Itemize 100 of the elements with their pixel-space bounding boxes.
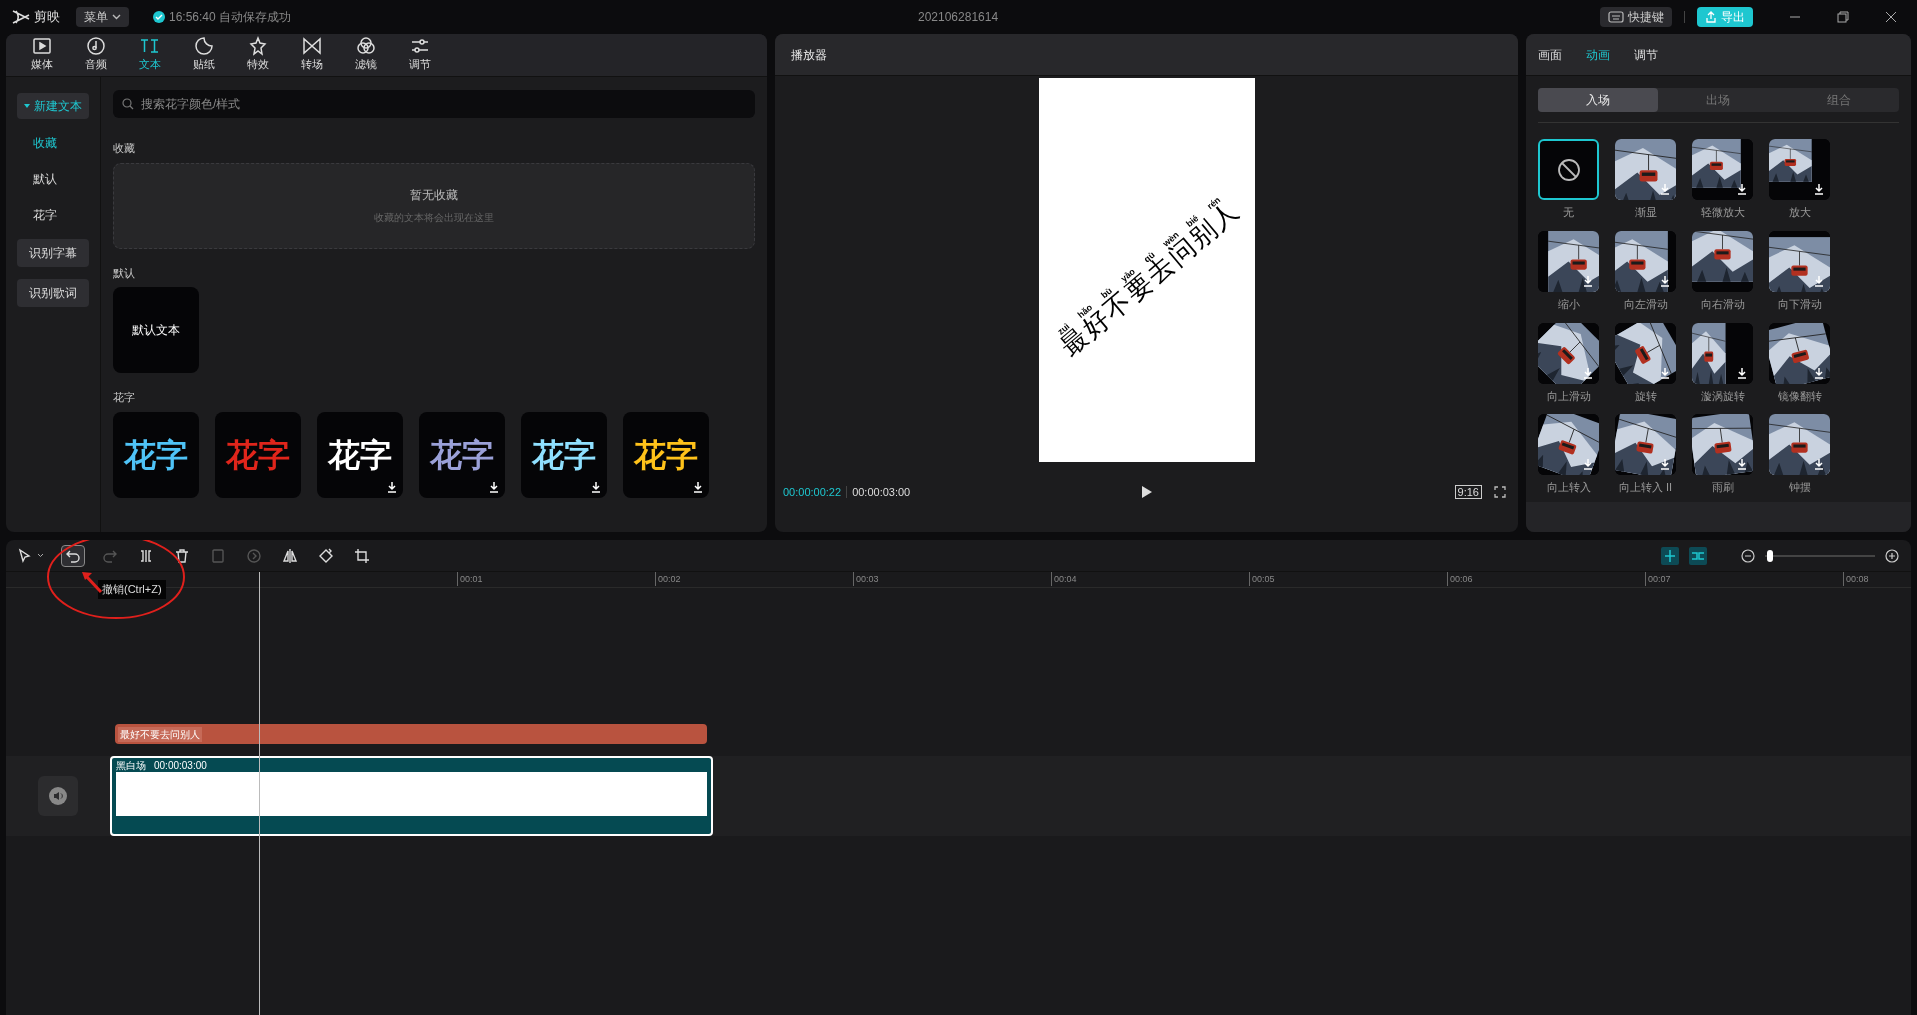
media-tab[interactable]: 滤镜	[350, 35, 382, 72]
download-icon[interactable]	[1581, 457, 1595, 472]
inspector-tab[interactable]: 动画	[1586, 45, 1610, 64]
nav-button[interactable]: 识别字幕	[17, 239, 89, 267]
tab-icon	[85, 35, 107, 56]
text-clip[interactable]: 最好不要去问别人	[115, 724, 707, 744]
inspector-tab[interactable]: 调节	[1634, 45, 1658, 64]
animation-option[interactable]: 无	[1538, 139, 1599, 227]
tab-icon	[301, 35, 323, 56]
download-icon[interactable]	[1812, 182, 1826, 196]
project-title: 202106281614	[918, 9, 999, 26]
fancy-text-tile[interactable]: 花字	[623, 411, 709, 498]
animation-type-tab[interactable]: 入场	[1538, 88, 1659, 112]
download-icon[interactable]	[1735, 457, 1749, 472]
download-icon[interactable]	[1581, 365, 1595, 380]
clip-label: 最好不要去问别人	[118, 726, 202, 742]
fancy-text: 花字	[226, 435, 290, 475]
restore-icon[interactable]	[1837, 11, 1849, 23]
aspect-ratio-button[interactable]: 9:16	[1454, 485, 1482, 500]
media-tab[interactable]: 媒体	[26, 35, 58, 72]
download-icon[interactable]	[1581, 273, 1595, 288]
option-label: 放大	[1788, 205, 1811, 220]
download-icon[interactable]	[1658, 457, 1672, 472]
tab-icon	[31, 35, 53, 56]
ruler-label: 00:07	[1645, 572, 1671, 586]
crop-icon	[354, 547, 370, 564]
fullscreen-icon[interactable]	[1494, 486, 1506, 499]
tooltip: 撤销(Ctrl+Z)	[98, 580, 166, 599]
download-icon[interactable]	[691, 479, 705, 494]
download-icon[interactable]	[1658, 365, 1672, 380]
option-label: 渐显	[1634, 205, 1657, 220]
option-label: 钟摆	[1788, 480, 1811, 496]
new-text-button[interactable]: 新建文本	[17, 93, 89, 119]
ruler-label: 00:02	[655, 572, 681, 586]
media-tab[interactable]: 音频	[80, 35, 112, 72]
tab-icon	[247, 35, 269, 56]
option-label: 雨刷	[1711, 480, 1734, 496]
ruler-label: 00:03	[853, 572, 879, 586]
section-title: 默认	[113, 265, 136, 281]
mute-button[interactable]	[38, 776, 78, 816]
snap-icon[interactable]	[1661, 546, 1679, 565]
search-field[interactable]: 搜索花字颜色/样式	[113, 90, 755, 118]
option-label: 向上转入 II	[1618, 480, 1673, 496]
default-text-tile[interactable]: 默认文本	[113, 287, 199, 373]
fancy-text-tile[interactable]: 花字	[113, 411, 199, 498]
download-icon[interactable]	[1812, 273, 1826, 288]
download-icon[interactable]	[1658, 182, 1672, 196]
option-label: 向左滑动	[1623, 296, 1668, 312]
option-label: 向上转入	[1546, 480, 1591, 496]
option-label: 旋转	[1634, 388, 1657, 404]
play-circle-icon	[246, 547, 262, 564]
media-tab[interactable]: 贴纸	[188, 35, 220, 72]
fancy-text: 花字	[430, 435, 494, 475]
media-tab[interactable]: 调节	[404, 35, 436, 72]
download-icon[interactable]	[385, 479, 399, 494]
option-label: 无	[1563, 205, 1574, 220]
fancy-text: 花字	[328, 435, 392, 475]
fancy-text-tile[interactable]: 花字	[419, 411, 505, 498]
video-clip[interactable]: 黑白场 00:00:03:00	[110, 756, 713, 836]
shortcuts-button[interactable]: 快捷键	[1600, 7, 1672, 27]
inspector-tab[interactable]: 画面	[1538, 45, 1562, 64]
media-tab[interactable]: 特效	[242, 35, 274, 72]
menu-button[interactable]: 菜单	[76, 7, 129, 27]
ruler-label: 00:01	[457, 572, 483, 586]
zoom-thumb[interactable]	[1767, 549, 1774, 562]
fancy-text-tile[interactable]: 花字	[317, 411, 403, 498]
timeline-tool[interactable]	[61, 544, 85, 567]
ruler-label: 00:08	[1843, 572, 1869, 586]
fancy-text: 花字	[124, 435, 188, 475]
nav-item[interactable]: 默认	[17, 167, 89, 191]
close-icon[interactable]	[1885, 11, 1897, 23]
zoom-slider[interactable]	[1765, 548, 1875, 563]
option-label: 漩涡旋转	[1700, 388, 1745, 404]
fancy-text-tile[interactable]: 花字	[521, 411, 607, 498]
nav-button[interactable]: 识别歌词	[17, 279, 89, 307]
download-icon[interactable]	[1812, 457, 1826, 472]
download-icon[interactable]	[1658, 273, 1672, 288]
download-icon[interactable]	[589, 479, 603, 494]
section-title: 花字	[113, 390, 136, 405]
play-icon[interactable]	[1141, 485, 1153, 500]
media-tab[interactable]: 转场	[296, 35, 328, 72]
rotate-icon	[318, 547, 334, 564]
option-label: 镜像翻转	[1777, 388, 1822, 404]
download-icon[interactable]	[1735, 365, 1749, 380]
frame-icon	[210, 547, 226, 564]
download-icon[interactable]	[1812, 365, 1826, 380]
download-icon[interactable]	[487, 479, 501, 494]
split-icon	[138, 547, 154, 564]
fancy-text-tile[interactable]: 花字	[215, 411, 301, 498]
media-tab[interactable]: 文本	[134, 35, 166, 72]
option-label: 缩小	[1557, 296, 1580, 312]
download-icon[interactable]	[1735, 182, 1749, 196]
mirror-icon	[282, 547, 298, 564]
zoom-in-icon[interactable]	[1885, 548, 1899, 563]
nav-item[interactable]: 收藏	[17, 131, 89, 155]
zoom-out-icon[interactable]	[1741, 548, 1755, 563]
link-icon[interactable]	[1689, 546, 1707, 565]
nav-item[interactable]: 花字	[17, 203, 89, 227]
caret-icon	[112, 14, 121, 20]
check-icon	[153, 11, 165, 23]
